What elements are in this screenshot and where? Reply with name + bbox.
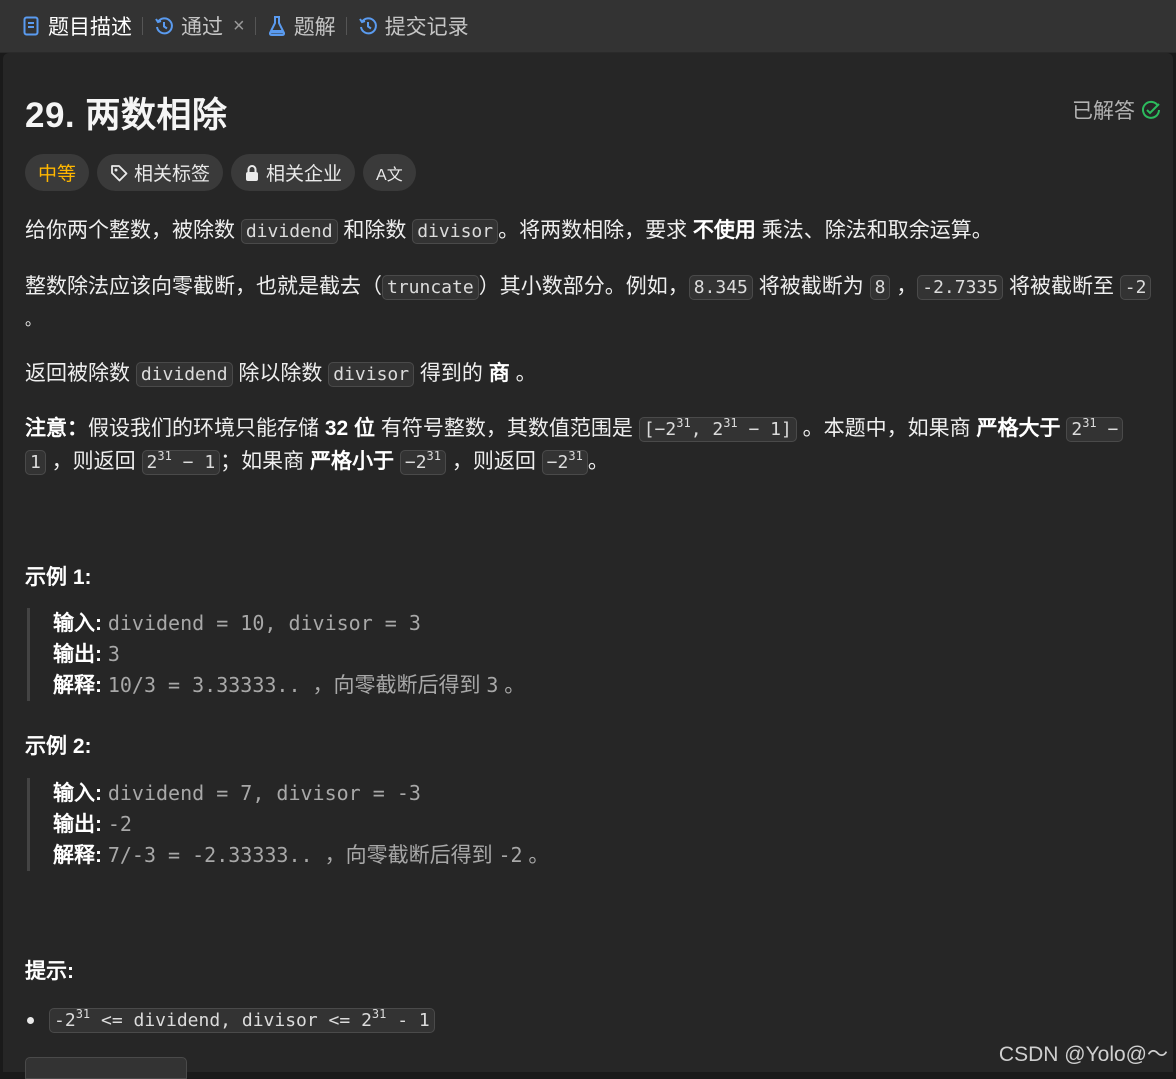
text: 。将两数相除，要求 [498,219,693,242]
inline-code: -2 [1119,275,1152,300]
tab-description[interactable]: 题目描述 [0,0,142,52]
bold-text: 不使用 [692,219,756,242]
text: 返回被除数 [25,362,136,385]
inline-code: [−231, 231 − 1] [638,417,797,442]
check-circle-icon [1142,100,1160,119]
inline-code: divisor [412,219,499,244]
inline-code: dividend [135,362,233,387]
text: 将被截断为 [752,275,870,298]
companies-tag-label: 相关企业 [266,164,343,185]
description-paragraph: 整数除法应该向零截断，也就是截去（ truncate ）其小数部分。例如， 8.345… [25,271,1152,304]
text: 。 [587,450,609,473]
text: ；如果商 [220,450,311,473]
tab-solutions-label: 题解 [293,16,336,39]
note-label: 注意： [25,417,88,440]
tab-description-label: 题目描述 [48,16,132,39]
text: 乘法、除法和取余运算。 [755,219,993,242]
text: ）其小数部分。例如， [478,275,689,298]
next-hint-code-fragment [25,1057,187,1079]
description-paragraph: 返回被除数 dividend 除以除数 divisor 得到的 商 。 [25,358,537,391]
close-icon[interactable]: × [233,15,245,38]
inline-code: -2.7335 [917,275,1004,300]
tab-bar: 题目描述 通过 × 题解 提交记录 [0,0,1176,53]
text: 除以除数 [232,362,329,385]
solved-status: 已解答 [1072,95,1161,125]
solved-label: 已解答 [1072,100,1135,123]
lock-icon [244,164,260,182]
description-paragraph: 给你两个整数，被除数 dividend 和除数 divisor 。将两数相除，要求… [25,215,993,248]
example-2-heading: 示例 2: [25,735,92,758]
text: 。本题中，如果商 [796,417,977,440]
watermark: CSDN @Yolo@～ [998,1043,1168,1066]
history-icon [357,15,379,37]
tab-submissions[interactable]: 提交记录 [347,0,479,52]
example-output: 输出: 3 [53,642,120,666]
inline-code: divisor [328,362,415,387]
inline-code: 8.345 [688,275,753,300]
description-icon [20,15,42,37]
example-explanation: 解释: 7/-3 = -2.33333.. ，向零截断后得到 -2 。 [53,843,550,867]
translate-button[interactable]: A文 [363,154,416,191]
bold-text: 严格大于 [976,417,1061,440]
bullet-dot [27,1017,34,1024]
tab-accepted-label: 通过 [181,16,223,39]
inline-code: 231 − 1 [141,450,221,475]
text: 将被截断至 [1003,275,1120,298]
topics-tag-label: 相关标签 [134,164,211,185]
tab-accepted[interactable]: 通过 × [143,0,255,52]
tag-row: 中等 相关标签 相关企业 A文 [25,154,416,191]
topics-tag-button[interactable]: 相关标签 [97,154,224,191]
flask-icon [266,15,288,37]
hint-item: -231 <= dividend, divisor <= 231 - 1 [27,1008,435,1033]
companies-tag-button[interactable]: 相关企业 [231,154,356,191]
description-panel: 29. 两数相除 已解答 中等 相关标签 相关企业 A文 给你两个整数，被除数 … [3,53,1173,1072]
example-input: 输入: dividend = 7, divisor = -3 [53,781,421,805]
inline-code: −231 [541,450,588,475]
text: 。 [509,362,537,385]
inline-code: 1 [25,450,46,475]
note-paragraph-wrap: 1 ，则返回 231 − 1 ；如果商 严格小于 −231 ，则返回 −231。 [25,446,609,479]
inline-code: dividend [240,219,338,244]
text: 给你两个整数，被除数 [25,219,241,242]
text: 和除数 [337,219,413,242]
description-paragraph-wrap: 。 [25,312,42,329]
text: 有符号整数，其数值范围是 [375,417,639,440]
translate-icon: A文 [376,166,403,184]
inline-code: -231 <= dividend, divisor <= 231 - 1 [49,1008,435,1033]
text: 整数除法应该向零截断，也就是截去（ [25,275,382,298]
inline-code: 8 [869,275,891,300]
example-output: 输出: -2 [53,812,132,836]
text: ， [890,275,918,298]
example-1-heading: 示例 1: [25,566,92,589]
bold-text: 严格小于 [310,450,395,473]
text: 得到的 [414,362,489,385]
hints-heading: 提示: [25,960,74,983]
history-icon [153,15,175,37]
tag-icon [110,164,128,182]
example-explanation: 解释: 10/3 = 3.33333.. ，向零截断后得到 3 。 [53,673,526,697]
bold-text: 商 [488,362,510,385]
text: ，则返回 [45,450,142,473]
example-1-block: 输入: dividend = 10, divisor = 3 输出: 3 解释:… [27,608,525,701]
difficulty-badge[interactable]: 中等 [25,154,90,191]
text: 假设我们的环境只能存储 [88,417,325,440]
tab-submissions-label: 提交记录 [384,16,469,39]
example-2-block: 输入: dividend = 7, divisor = -3 输出: -2 解释… [27,778,549,871]
bold-text: 32 位 [324,417,376,440]
tab-solutions[interactable]: 题解 [256,0,346,52]
example-input: 输入: dividend = 10, divisor = 3 [53,611,421,635]
inline-code: 231 − [1066,417,1124,442]
inline-code: −231 [399,450,446,475]
inline-code: truncate [382,275,479,300]
note-paragraph: 注意：假设我们的环境只能存储 32 位 有符号整数，其数值范围是 [−231, … [25,413,1124,446]
problem-title: 29. 两数相除 [25,96,228,135]
text: ，则返回 [446,450,542,473]
